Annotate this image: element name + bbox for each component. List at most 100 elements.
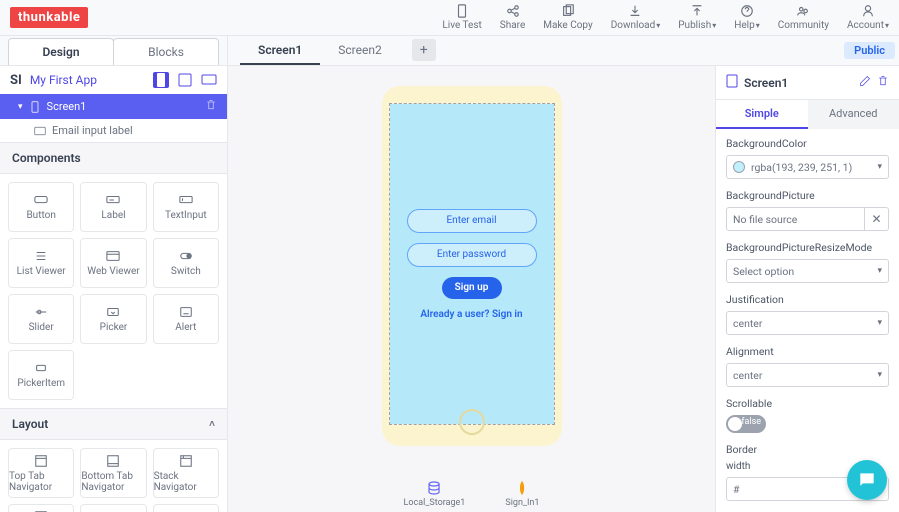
component-web-viewer[interactable]: Web Viewer: [80, 238, 146, 288]
component-icon: [33, 193, 49, 207]
prop-label: BackgroundColor: [726, 137, 889, 150]
alignment-select[interactable]: center▾: [726, 363, 889, 387]
publish-icon: [690, 4, 704, 18]
component-icon: [178, 249, 194, 263]
tree-item-screen1[interactable]: ▾ Screen1: [0, 94, 227, 119]
prop-label: Border: [726, 443, 889, 456]
component-icon: [178, 193, 194, 207]
prop-label: Justification: [726, 293, 889, 306]
canvas[interactable]: Enter email Enter password Sign up Alrea…: [228, 66, 715, 512]
share-button[interactable]: Share: [500, 4, 525, 31]
screen-tab-screen1[interactable]: Screen1: [240, 37, 320, 65]
bgresize-select[interactable]: Select option▾: [726, 259, 889, 283]
component-icon: [33, 305, 49, 319]
community-button[interactable]: Community: [778, 4, 829, 31]
live-test-icon: [455, 4, 469, 18]
component-switch[interactable]: Switch: [153, 238, 219, 288]
phone-view-icon[interactable]: [153, 72, 169, 88]
top-bar: thunkable Live Test Share Make Copy Downloa…: [0, 0, 899, 36]
screen-tab-screen2[interactable]: Screen2: [320, 37, 399, 65]
tree-label: Screen1: [47, 100, 87, 113]
chevron-down-icon: ▾: [877, 266, 882, 276]
left-sidebar: SI My First App ▾ Screen1 Email input la…: [0, 66, 228, 512]
make-copy-button[interactable]: Make Copy: [543, 4, 592, 31]
component-list-viewer[interactable]: List Viewer: [8, 238, 74, 288]
tablet-view-icon[interactable]: [177, 72, 193, 88]
chat-button[interactable]: [847, 460, 887, 500]
component-screen[interactable]: Screen: [80, 504, 146, 512]
account-icon: [861, 4, 875, 18]
section-layout[interactable]: Layout ˄: [0, 408, 227, 440]
chevron-down-icon: ▾: [877, 162, 882, 172]
component-icon: [105, 193, 121, 207]
component-alert[interactable]: Alert: [153, 294, 219, 344]
component-bottom-tab-navigator[interactable]: Bottom Tab Navigator: [80, 448, 146, 498]
community-icon: [796, 4, 810, 18]
justification-select[interactable]: center▾: [726, 311, 889, 335]
chevron-up-icon: ˄: [209, 419, 215, 430]
share-icon: [506, 4, 520, 18]
chevron-down-icon: ▾: [877, 370, 882, 380]
tab-blocks[interactable]: Blocks: [113, 38, 219, 65]
app-name: My First App: [30, 73, 145, 87]
section-components[interactable]: Components: [0, 142, 227, 174]
component-top-tab-navigator[interactable]: Top Tab Navigator: [8, 448, 74, 498]
brand-logo[interactable]: thunkable: [10, 7, 88, 28]
component-pickeritem[interactable]: PickerItem: [8, 350, 74, 400]
component-textinput[interactable]: TextInput: [153, 182, 219, 232]
local-icon: [426, 480, 442, 496]
public-badge[interactable]: Public: [844, 42, 895, 59]
bgcolor-select[interactable]: rgba(193, 239, 251, 1) ▾: [726, 155, 889, 179]
properties-panel: Screen1 Simple Advanced BackgroundColor …: [715, 66, 899, 512]
invisible-signin[interactable]: Sign_In1: [505, 480, 539, 508]
selected-name: Screen1: [744, 76, 853, 90]
chat-icon: [857, 470, 877, 490]
component-icon: [33, 249, 49, 263]
component-icon: [178, 454, 194, 468]
screen-icon: [29, 101, 41, 113]
prop-label: BackgroundPictureResizeMode: [726, 241, 889, 254]
preview-signin-link[interactable]: Already a user? Sign in: [420, 309, 522, 320]
app-badge: SI: [10, 73, 22, 88]
help-button[interactable]: Help▾: [734, 4, 760, 31]
component-button[interactable]: Button: [8, 182, 74, 232]
edit-name-icon[interactable]: [859, 75, 871, 90]
download-button[interactable]: Download▾: [611, 4, 661, 31]
preview-email-input[interactable]: Enter email: [407, 209, 537, 233]
screen-icon: [726, 74, 738, 91]
component-slider[interactable]: Slider: [8, 294, 74, 344]
component-picker[interactable]: Picker: [80, 294, 146, 344]
scrollable-toggle[interactable]: false: [726, 415, 766, 433]
make-copy-icon: [561, 4, 575, 18]
publish-button[interactable]: Publish▾: [678, 4, 716, 31]
preview-password-input[interactable]: Enter password: [407, 243, 537, 267]
delete-screen-icon[interactable]: [877, 75, 889, 90]
add-screen-button[interactable]: +: [412, 39, 436, 61]
clear-bgpicture-button[interactable]: ✕: [865, 207, 889, 231]
chevron-down-icon: ▾: [877, 318, 882, 328]
tab-advanced[interactable]: Advanced: [808, 100, 899, 129]
signin-icon: [514, 480, 530, 496]
chevron-down-icon: ▾: [18, 102, 23, 112]
bgpicture-input[interactable]: No file source: [726, 207, 865, 231]
account-button[interactable]: Account▾: [847, 4, 889, 31]
component-row[interactable]: Row: [153, 504, 219, 512]
app-row[interactable]: SI My First App: [0, 66, 227, 94]
component-drawer-navigator[interactable]: Drawer Navigator: [8, 504, 74, 512]
live-test-button[interactable]: Live Test: [442, 4, 481, 31]
tree-item-email-label[interactable]: Email input label: [0, 119, 227, 142]
mode-bar: Design Blocks Screen1Screen2 + Public: [0, 36, 899, 66]
tab-design[interactable]: Design: [8, 38, 114, 65]
desktop-view-icon[interactable]: [201, 72, 217, 88]
tab-simple[interactable]: Simple: [716, 100, 808, 129]
preview-signup-button[interactable]: Sign up: [442, 277, 502, 299]
invisible-local[interactable]: Local_Storage1: [404, 480, 466, 508]
tree-label: Email input label: [52, 124, 133, 137]
delete-icon[interactable]: [205, 99, 217, 114]
prop-label: Alignment: [726, 345, 889, 358]
label-icon: [34, 126, 46, 136]
component-stack-navigator[interactable]: Stack Navigator: [153, 448, 219, 498]
phone-screen[interactable]: Enter email Enter password Sign up Alrea…: [390, 104, 554, 424]
prop-label: BackgroundPicture: [726, 189, 889, 202]
component-label[interactable]: Label: [80, 182, 146, 232]
